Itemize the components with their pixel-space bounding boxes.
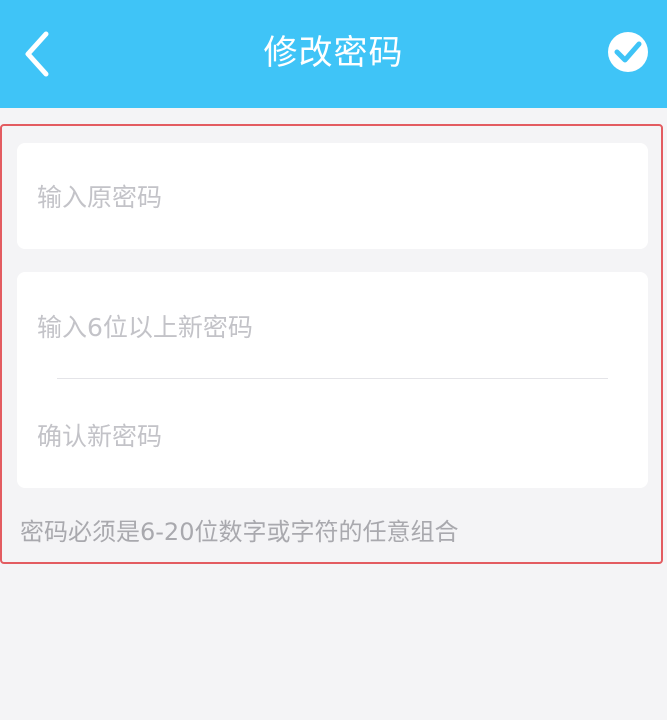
- confirm-password-input[interactable]: [37, 408, 627, 464]
- confirm-button[interactable]: [606, 30, 650, 74]
- new-password-card: [17, 272, 648, 488]
- check-circle-icon: [608, 32, 648, 72]
- new-password-input[interactable]: [37, 299, 627, 355]
- old-password-card: [17, 143, 648, 249]
- password-rule-hint: 密码必须是6-20位数字或字符的任意组合: [20, 518, 459, 546]
- divider: [57, 378, 608, 379]
- old-password-input[interactable]: [37, 169, 627, 225]
- page-title: 修改密码: [263, 33, 404, 73]
- app-header: 修改密码: [0, 0, 667, 108]
